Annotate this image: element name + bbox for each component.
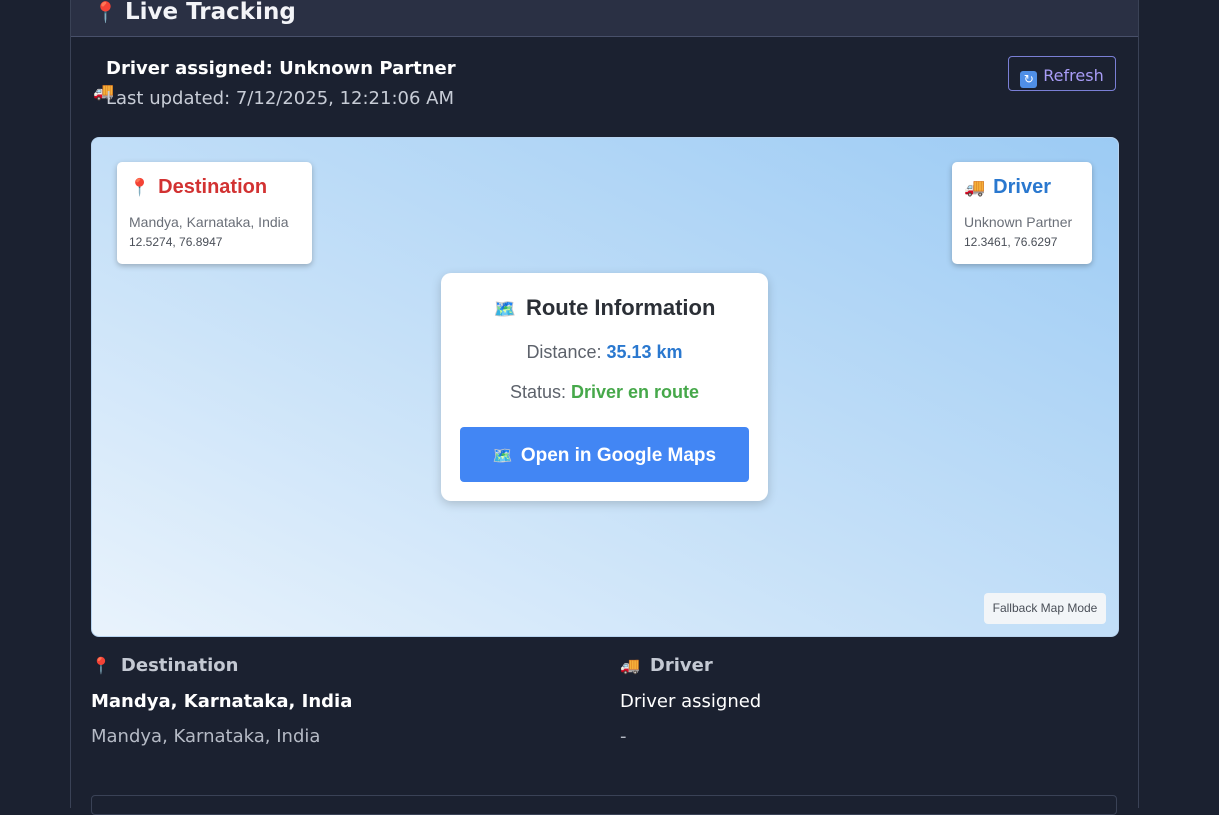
driver-marker-card[interactable]: 🚚 Driver Unknown Partner 12.3461, 76.6297	[952, 162, 1092, 264]
route-info-title: 🗺️ Route Information	[441, 295, 768, 321]
map-pin-icon: 📍	[129, 178, 151, 197]
destination-details-main: Mandya, Karnataka, India	[91, 691, 353, 712]
truck-icon: 🚚	[620, 656, 640, 675]
driver-details-heading: 🚚 Driver	[620, 653, 1100, 679]
map-pin-icon: 📍	[91, 656, 111, 675]
map-pin-icon: 📍	[93, 0, 118, 24]
route-distance: Distance: 35.13 km	[441, 342, 768, 363]
driver-marker-label: Driver	[993, 176, 1051, 198]
refresh-label: Refresh	[1043, 66, 1104, 85]
map-icon: 🗺️	[493, 299, 516, 319]
panel-header: 📍 Live Tracking	[71, 0, 1138, 37]
destination-marker-label: Destination	[158, 176, 268, 198]
map-view[interactable]: 📍 Destination Mandya, Karnataka, India 12…	[91, 137, 1119, 637]
destination-marker-title: 📍 Destination	[129, 176, 267, 199]
route-status: Status: Driver en route	[441, 382, 768, 403]
route-info-title-text: Route Information	[525, 295, 716, 320]
refresh-icon: ↻	[1020, 71, 1038, 88]
route-info-card: 🗺️ Route Information Distance: 35.13 km S…	[441, 273, 768, 501]
driver-details-main: Driver assigned	[620, 691, 762, 712]
driver-details-heading-text: Driver	[649, 655, 713, 676]
last-updated-text: Last updated: 7/12/2025, 12:21:06 AM	[106, 88, 454, 109]
driver-assigned-text: Driver assigned: Unknown Partner	[106, 58, 456, 79]
map-icon: 🗺️	[492, 448, 513, 465]
refresh-button[interactable]: ↻ Refresh	[1008, 56, 1116, 91]
next-section-box	[91, 795, 1117, 815]
status-label: Status:	[509, 382, 566, 402]
live-tracking-panel: 📍 Live Tracking Driver assigned: Unknown …	[70, 0, 1139, 815]
fallback-map-mode-badge: Fallback Map Mode	[984, 593, 1106, 624]
driver-marker-coords: 12.3461, 76.6297	[964, 235, 1058, 249]
destination-details: 📍 Destination Mandya, Karnataka, India Ma…	[91, 653, 571, 749]
panel-title-text: Live Tracking	[125, 0, 296, 25]
open-google-maps-label: Open in Google Maps	[520, 445, 717, 466]
driver-marker-title: 🚚 Driver	[964, 176, 1051, 199]
destination-marker-coords: 12.5274, 76.8947	[129, 235, 223, 249]
driver-marker-name: Unknown Partner	[964, 214, 1073, 230]
destination-marker-name: Mandya, Karnataka, India	[129, 214, 289, 230]
open-google-maps-button[interactable]: 🗺️ Open in Google Maps	[460, 427, 749, 482]
panel-title: 📍 Live Tracking	[93, 0, 296, 26]
status-value: Driver en route	[571, 382, 700, 402]
destination-marker-card[interactable]: 📍 Destination Mandya, Karnataka, India 12…	[117, 162, 312, 264]
destination-details-heading-text: Destination	[120, 655, 239, 676]
driver-details: 🚚 Driver Driver assigned -	[620, 653, 1100, 749]
destination-details-sub: Mandya, Karnataka, India	[91, 726, 321, 747]
truck-icon: 🚚	[964, 178, 986, 197]
destination-details-heading: 📍 Destination	[91, 653, 571, 679]
distance-value: 35.13 km	[606, 342, 683, 362]
driver-details-sub: -	[620, 726, 627, 747]
distance-label: Distance:	[526, 342, 602, 362]
